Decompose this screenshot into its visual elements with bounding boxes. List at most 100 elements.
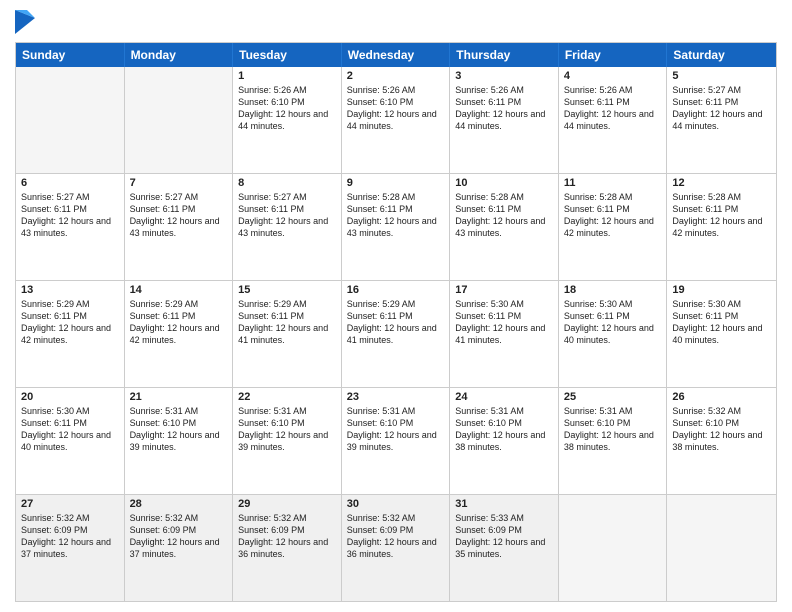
cell-info: Sunrise: 5:26 AM Sunset: 6:10 PM Dayligh… (347, 84, 445, 133)
day-number: 29 (238, 498, 336, 510)
calendar-body: 1 Sunrise: 5:26 AM Sunset: 6:10 PM Daylig… (16, 67, 776, 601)
day-number: 28 (130, 498, 228, 510)
calendar-header-cell: Friday (559, 43, 668, 67)
cell-info: Sunrise: 5:29 AM Sunset: 6:11 PM Dayligh… (21, 298, 119, 347)
calendar-cell: 8 Sunrise: 5:27 AM Sunset: 6:11 PM Daylig… (233, 174, 342, 280)
calendar-cell: 18 Sunrise: 5:30 AM Sunset: 6:11 PM Dayli… (559, 281, 668, 387)
calendar-row: 1 Sunrise: 5:26 AM Sunset: 6:10 PM Daylig… (16, 67, 776, 174)
calendar-cell: 1Sunrise: 5:26 AM Sunset: 6:10 PM Daylig… (233, 67, 342, 173)
logo (15, 10, 39, 34)
calendar-cell: 3Sunrise: 5:26 AM Sunset: 6:11 PM Daylig… (450, 67, 559, 173)
calendar-cell: 22Sunrise: 5:31 AM Sunset: 6:10 PM Dayli… (233, 388, 342, 494)
cell-info: Sunrise: 5:29 AM Sunset: 6:11 PM Dayligh… (130, 298, 228, 347)
day-number: 3 (455, 70, 553, 82)
calendar-cell: 11Sunrise: 5:28 AM Sunset: 6:11 PM Dayli… (559, 174, 668, 280)
day-number: 8 (238, 177, 336, 189)
calendar-cell: 16Sunrise: 5:29 AM Sunset: 6:11 PM Dayli… (342, 281, 451, 387)
day-number: 19 (672, 284, 771, 296)
cell-info: Sunrise: 5:28 AM Sunset: 6:11 PM Dayligh… (455, 191, 553, 240)
day-number: 9 (347, 177, 445, 189)
calendar-cell: 10 Sunrise: 5:28 AM Sunset: 6:11 PM Dayli… (450, 174, 559, 280)
calendar-cell: 7 Sunrise: 5:27 AM Sunset: 6:11 PM Daylig… (125, 174, 234, 280)
day-number: 24 (455, 391, 553, 403)
calendar-cell: 21 Sunrise: 5:31 AM Sunset: 6:10 PM Dayli… (125, 388, 234, 494)
day-number: 10 (455, 177, 553, 189)
cell-info: Sunrise: 5:30 AM Sunset: 6:11 PM Dayligh… (21, 405, 119, 454)
day-number: 5 (672, 70, 771, 82)
calendar-cell: 27Sunrise: 5:32 AM Sunset: 6:09 PM Dayli… (16, 495, 125, 601)
cell-info: Sunrise: 5:31 AM Sunset: 6:10 PM Dayligh… (130, 405, 228, 454)
calendar-cell (16, 67, 125, 173)
calendar-cell: 17 Sunrise: 5:30 AM Sunset: 6:11 PM Dayli… (450, 281, 559, 387)
calendar-header-cell: Wednesday (342, 43, 451, 67)
calendar-cell: 6 Sunrise: 5:27 AM Sunset: 6:11 PM Daylig… (16, 174, 125, 280)
day-number: 23 (347, 391, 445, 403)
calendar-cell: 29 Sunrise: 5:32 AM Sunset: 6:09 PM Dayli… (233, 495, 342, 601)
day-number: 1 (238, 70, 336, 82)
day-number: 17 (455, 284, 553, 296)
calendar-cell: 26 Sunrise: 5:32 AM Sunset: 6:10 PM Dayli… (667, 388, 776, 494)
calendar-cell: 31Sunrise: 5:33 AM Sunset: 6:09 PM Dayli… (450, 495, 559, 601)
day-number: 22 (238, 391, 336, 403)
calendar-cell: 5 Sunrise: 5:27 AM Sunset: 6:11 PM Daylig… (667, 67, 776, 173)
calendar-header-cell: Saturday (667, 43, 776, 67)
cell-info: Sunrise: 5:27 AM Sunset: 6:11 PM Dayligh… (130, 191, 228, 240)
cell-info: Sunrise: 5:30 AM Sunset: 6:11 PM Dayligh… (455, 298, 553, 347)
calendar: SundayMondayTuesdayWednesdayThursdayFrid… (15, 42, 777, 602)
calendar-cell: 20 Sunrise: 5:30 AM Sunset: 6:11 PM Dayli… (16, 388, 125, 494)
calendar-cell (125, 67, 234, 173)
calendar-cell: 30Sunrise: 5:32 AM Sunset: 6:09 PM Dayli… (342, 495, 451, 601)
calendar-header-cell: Sunday (16, 43, 125, 67)
day-number: 31 (455, 498, 553, 510)
day-number: 21 (130, 391, 228, 403)
day-number: 12 (672, 177, 771, 189)
calendar-cell: 9 Sunrise: 5:28 AM Sunset: 6:11 PM Daylig… (342, 174, 451, 280)
day-number: 18 (564, 284, 662, 296)
cell-info: Sunrise: 5:27 AM Sunset: 6:11 PM Dayligh… (672, 84, 771, 133)
cell-info: Sunrise: 5:29 AM Sunset: 6:11 PM Dayligh… (347, 298, 445, 347)
calendar-header-cell: Tuesday (233, 43, 342, 67)
cell-info: Sunrise: 5:28 AM Sunset: 6:11 PM Dayligh… (672, 191, 771, 240)
cell-info: Sunrise: 5:27 AM Sunset: 6:11 PM Dayligh… (21, 191, 119, 240)
day-number: 6 (21, 177, 119, 189)
calendar-cell: 28Sunrise: 5:32 AM Sunset: 6:09 PM Dayli… (125, 495, 234, 601)
cell-info: Sunrise: 5:26 AM Sunset: 6:11 PM Dayligh… (564, 84, 662, 133)
cell-info: Sunrise: 5:32 AM Sunset: 6:09 PM Dayligh… (21, 512, 119, 561)
calendar-cell: 13Sunrise: 5:29 AM Sunset: 6:11 PM Dayli… (16, 281, 125, 387)
calendar-cell (667, 495, 776, 601)
day-number: 11 (564, 177, 662, 189)
calendar-cell: 23 Sunrise: 5:31 AM Sunset: 6:10 PM Dayli… (342, 388, 451, 494)
cell-info: Sunrise: 5:31 AM Sunset: 6:10 PM Dayligh… (455, 405, 553, 454)
day-number: 15 (238, 284, 336, 296)
logo-icon (15, 10, 35, 34)
day-number: 14 (130, 284, 228, 296)
day-number: 20 (21, 391, 119, 403)
cell-info: Sunrise: 5:29 AM Sunset: 6:11 PM Dayligh… (238, 298, 336, 347)
day-number: 7 (130, 177, 228, 189)
header (15, 10, 777, 34)
calendar-cell (559, 495, 668, 601)
calendar-cell: 25Sunrise: 5:31 AM Sunset: 6:10 PM Dayli… (559, 388, 668, 494)
day-number: 2 (347, 70, 445, 82)
cell-info: Sunrise: 5:28 AM Sunset: 6:11 PM Dayligh… (347, 191, 445, 240)
calendar-cell: 15 Sunrise: 5:29 AM Sunset: 6:11 PM Dayli… (233, 281, 342, 387)
cell-info: Sunrise: 5:32 AM Sunset: 6:09 PM Dayligh… (238, 512, 336, 561)
calendar-row: 6 Sunrise: 5:27 AM Sunset: 6:11 PM Daylig… (16, 174, 776, 281)
day-number: 4 (564, 70, 662, 82)
cell-info: Sunrise: 5:27 AM Sunset: 6:11 PM Dayligh… (238, 191, 336, 240)
cell-info: Sunrise: 5:32 AM Sunset: 6:10 PM Dayligh… (672, 405, 771, 454)
cell-info: Sunrise: 5:31 AM Sunset: 6:10 PM Dayligh… (347, 405, 445, 454)
calendar-cell: 24 Sunrise: 5:31 AM Sunset: 6:10 PM Dayli… (450, 388, 559, 494)
cell-info: Sunrise: 5:30 AM Sunset: 6:11 PM Dayligh… (672, 298, 771, 347)
calendar-row: 20 Sunrise: 5:30 AM Sunset: 6:11 PM Dayli… (16, 388, 776, 495)
calendar-header: SundayMondayTuesdayWednesdayThursdayFrid… (16, 43, 776, 67)
cell-info: Sunrise: 5:31 AM Sunset: 6:10 PM Dayligh… (564, 405, 662, 454)
day-number: 26 (672, 391, 771, 403)
page: SundayMondayTuesdayWednesdayThursdayFrid… (0, 0, 792, 612)
cell-info: Sunrise: 5:30 AM Sunset: 6:11 PM Dayligh… (564, 298, 662, 347)
day-number: 30 (347, 498, 445, 510)
calendar-cell: 14 Sunrise: 5:29 AM Sunset: 6:11 PM Dayli… (125, 281, 234, 387)
calendar-cell: 4 Sunrise: 5:26 AM Sunset: 6:11 PM Daylig… (559, 67, 668, 173)
calendar-header-cell: Thursday (450, 43, 559, 67)
calendar-cell: 2 Sunrise: 5:26 AM Sunset: 6:10 PM Daylig… (342, 67, 451, 173)
